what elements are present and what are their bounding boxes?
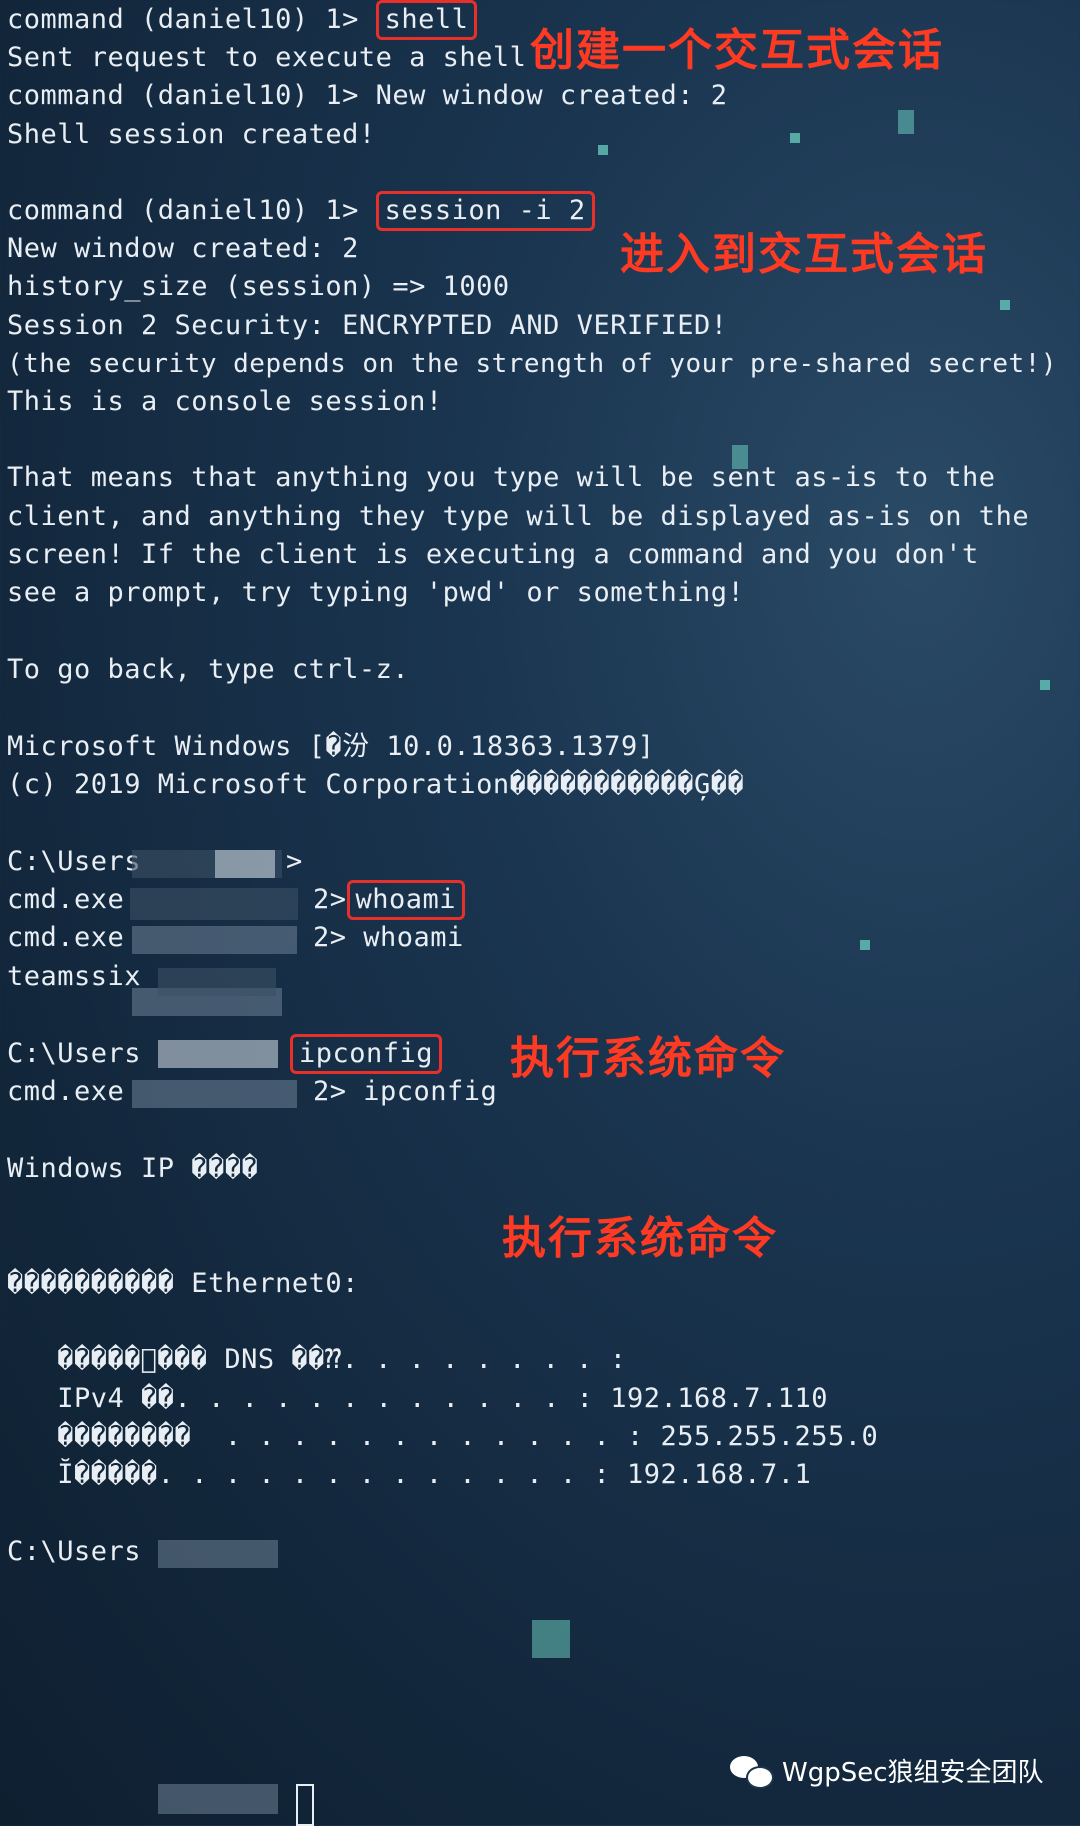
terminal-line: ���������� Ethernet0:: [7, 1268, 359, 1299]
terminal-line: teamssix: [7, 961, 142, 992]
text-cursor[interactable]: [296, 1784, 314, 1826]
annotation-exec-cmd: 执行系统命令: [510, 1033, 786, 1084]
terminal-line: cmd.exe: [7, 922, 125, 953]
terminal-line: history_size (session) => 1000: [7, 271, 510, 302]
bg-pixel: [1040, 680, 1050, 690]
terminal-line: To go back, type ctrl-z.: [7, 654, 410, 685]
terminal-line: New window created: 2: [7, 233, 359, 264]
prompt-gt: >: [286, 846, 303, 877]
terminal-line: cmd.exe: [7, 884, 125, 915]
terminal-line: Shell session created!: [7, 119, 376, 150]
terminal-line: 2> whoami: [313, 922, 464, 953]
shell-command-highlight: shell: [375, 0, 478, 40]
redaction-mask: [130, 888, 298, 920]
wechat-icon: [730, 1754, 774, 1789]
terminal-line: command (daniel10) 1> shell: [7, 0, 478, 40]
terminal-line: cmd.exe: [7, 1076, 125, 1107]
terminal-line: This is a console session!: [7, 386, 443, 417]
bg-pixel: [598, 145, 608, 155]
terminal-line: 2> ipconfig: [313, 1076, 498, 1107]
terminal-line: see a prompt, try typing 'pwd' or someth…: [7, 577, 745, 608]
bg-pixel: [860, 940, 870, 950]
terminal-line: ipconfig: [290, 1034, 443, 1074]
session-command-highlight: session -i 2: [375, 191, 595, 231]
terminal-line: (the security depends on the strength of…: [7, 349, 1057, 379]
terminal-line: command (daniel10) 1> session -i 2: [7, 191, 595, 231]
terminal-line: command (daniel10) 1> New window created…: [7, 80, 728, 111]
redaction-mask: [132, 926, 297, 954]
terminal-line: screen! If the client is executing a com…: [7, 539, 979, 570]
redaction-mask: [215, 850, 275, 878]
redaction-mask: [158, 1040, 278, 1068]
terminal-line: IPv4 ��. . . . . . . . . . . . : 192.168…: [7, 1383, 829, 1414]
terminal-window[interactable]: command (daniel10) 1> shell Sent request…: [0, 0, 1080, 1826]
ipconfig-command-highlight: ipconfig: [290, 1034, 443, 1074]
bg-pixel: [1000, 300, 1010, 310]
terminal-line: Ĭ�����. . . . . . . . . . . . . : 192.16…: [7, 1459, 812, 1490]
redaction-mask: [158, 968, 276, 996]
whoami-command-highlight: whoami: [346, 880, 466, 920]
redaction-mask: [132, 1080, 297, 1108]
annotation-create-session: 创建一个交互式会话: [530, 25, 944, 76]
terminal-line: Microsoft Windows [�汾 10.0.18363.1379]: [7, 731, 655, 762]
redaction-mask: [158, 1784, 278, 1814]
watermark-text: WgpSec狼组安全团队: [782, 1758, 1044, 1788]
annotation-exec-cmd: 执行系统命令: [502, 1213, 778, 1264]
bg-pixel: [790, 133, 800, 143]
bg-pixel: [532, 1620, 570, 1658]
terminal-line: C:\Users: [7, 1038, 142, 1069]
terminal-line: C:\Users: [7, 846, 142, 877]
terminal-line: Windows IP ����: [7, 1153, 259, 1184]
terminal-line: That means that anything you type will b…: [7, 462, 996, 493]
terminal-line: C:\Users: [7, 1536, 142, 1567]
redaction-mask: [158, 1540, 278, 1568]
terminal-line: Session 2 Security: ENCRYPTED AND VERIFI…: [7, 310, 728, 341]
terminal-line: 2> whoami: [313, 880, 466, 920]
bg-pixel: [898, 110, 914, 134]
terminal-line: �������� . . . . . . . . . . . . : 255.2…: [7, 1421, 879, 1452]
annotation-enter-session: 进入到交互式会话: [620, 229, 988, 280]
terminal-line: �����ุ��� DNS ��⁇. . . . . . . . :: [7, 1344, 627, 1375]
terminal-line: Sent request to execute a shell: [7, 42, 527, 73]
watermark: WgpSec狼组安全团队: [730, 1752, 1044, 1789]
terminal-line: (c) 2019 Microsoft Corporation����������…: [7, 769, 745, 800]
terminal-line: client, and anything they type will be d…: [7, 501, 1030, 532]
